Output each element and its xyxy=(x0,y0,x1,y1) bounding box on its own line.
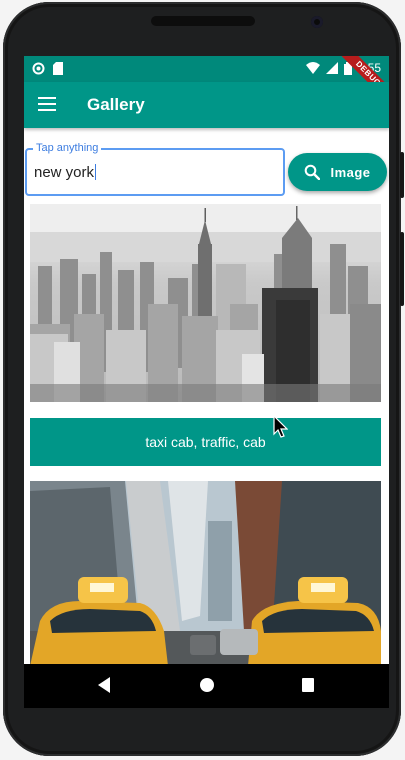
search-input-label: Tap anything xyxy=(33,142,102,154)
caption-text: taxi cab, traffic, cab xyxy=(145,434,266,450)
wifi-icon xyxy=(305,62,320,74)
signal-icon xyxy=(325,62,338,74)
home-icon[interactable] xyxy=(198,676,216,694)
back-icon[interactable] xyxy=(96,676,112,694)
image-search-button[interactable]: Image xyxy=(288,153,387,191)
text-caret xyxy=(95,164,97,180)
image-button-label: Image xyxy=(330,164,371,180)
hamburger-menu-icon[interactable] xyxy=(38,97,56,111)
taxi-street-illustration xyxy=(30,481,381,664)
city-skyline-photo[interactable] xyxy=(30,204,381,402)
sd-card-icon xyxy=(53,62,63,75)
volume-button xyxy=(400,232,404,306)
status-bar: 2:55 DEBUG xyxy=(24,56,389,109)
taxi-street-photo[interactable] xyxy=(30,481,381,664)
caption-bar[interactable]: taxi cab, traffic, cab xyxy=(30,418,381,466)
page-title: Gallery xyxy=(87,95,145,114)
result-list: taxi cab, traffic, cab xyxy=(30,204,381,664)
app-bar: Gallery xyxy=(24,82,389,128)
app-screen: 2:55 DEBUG Gallery Tap anything new york… xyxy=(24,56,389,664)
search-input-value: new york xyxy=(34,164,95,181)
search-input[interactable]: Tap anything new york xyxy=(25,142,285,196)
power-button xyxy=(400,152,404,198)
android-navigation-bar xyxy=(24,664,389,708)
mouse-pointer-icon xyxy=(273,415,288,438)
circle-notification-icon xyxy=(32,62,45,75)
recents-icon[interactable] xyxy=(300,676,316,694)
search-input-value-row: new york xyxy=(34,164,97,181)
front-camera xyxy=(311,16,323,28)
city-skyline-illustration xyxy=(30,204,381,402)
search-icon xyxy=(305,164,321,180)
speaker-grille xyxy=(151,16,255,26)
